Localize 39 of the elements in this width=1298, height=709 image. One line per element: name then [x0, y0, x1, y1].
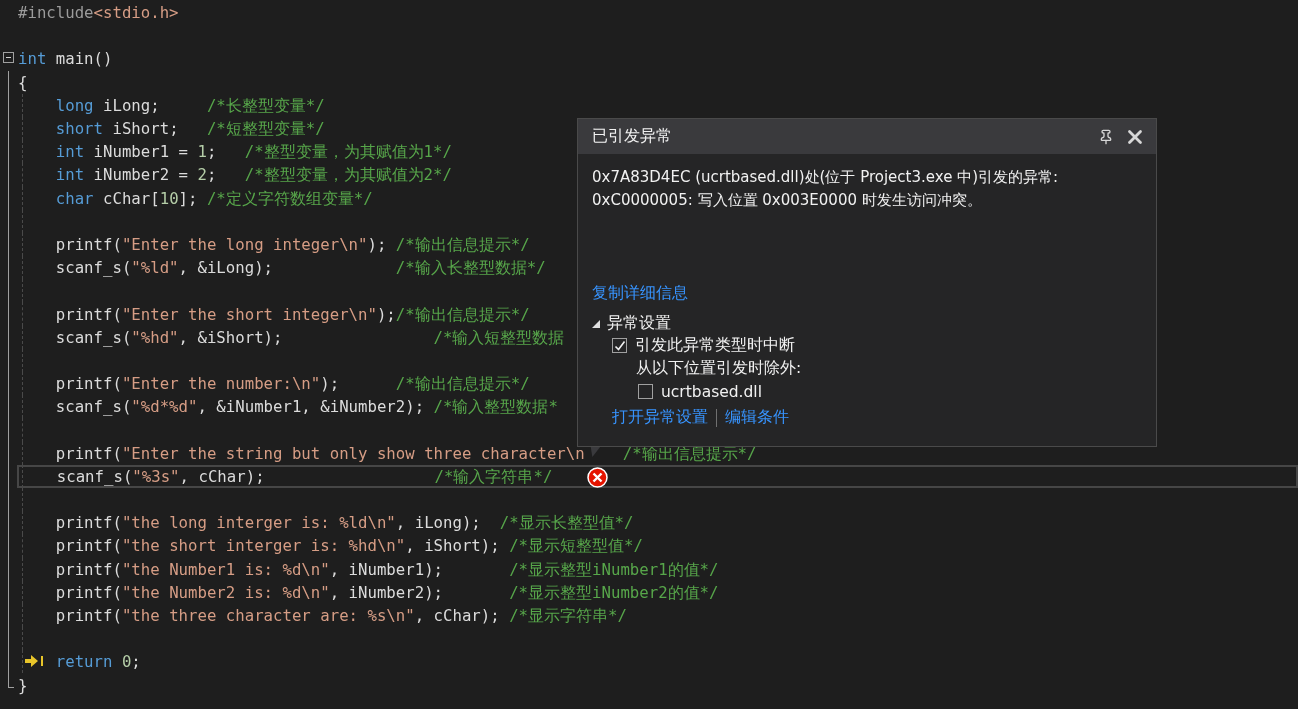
code-line: return 0; [54, 651, 141, 674]
settings-heading: 异常设置 [607, 313, 671, 334]
code-line: printf("the Number1 is: %d\n", iNumber1); /*显示整型iNumber1的值*/ [54, 558, 719, 581]
checkbox[interactable] [638, 384, 653, 399]
code-line: printf("Enter the string but only show three character\n [54, 442, 585, 465]
code-line: int iNumber1 = 1; /*整型变量，为其赋值为1*/ [54, 141, 452, 164]
code-line: scanf_s("%d*%d", &iNumber1, &iNumber2); /*输入整型数据* [54, 396, 558, 419]
code-line: printf("the long interger is: %ld\n", iLong); /*显示长整型值*/ [54, 512, 634, 535]
exception-message: 0xC0000005: 写入位置 0x003E0000 时发生访问冲突。 [592, 190, 983, 211]
code-line: #include<stdio.h> [18, 2, 179, 25]
code-comment: /*输出信息提示*/ [622, 442, 757, 465]
collapse-toggle[interactable] [3, 52, 14, 64]
code-line: short iShort; /*短整型变量*/ [54, 118, 325, 141]
settings-link[interactable]: 打开异常设置 [612, 407, 708, 428]
checkbox-label: ucrtbased.dll [661, 382, 762, 401]
code-line: { [18, 71, 28, 94]
code-line: printf("Enter the number:\n"); /*输出信息提示*/ [54, 373, 530, 396]
checkbox[interactable] [612, 338, 627, 353]
code-line: printf("Enter the long integer\n"); /*输出信息提示*/ [54, 233, 530, 256]
code-line: printf("Enter the short integer\n");/*输出信息提示*/ [54, 303, 530, 326]
copy-details-link[interactable]: 复制详细信息 [592, 284, 688, 302]
code-line: long iLong; /*长整型变量*/ [54, 94, 325, 117]
code-line: char cChar[10]; /*定义字符数组变量*/ [54, 187, 373, 210]
code-line: scanf_s("%hd", &iShort); /*输入短整型数据 [54, 326, 565, 349]
exception-message: 0x7A83D4EC (ucrtbased.dll)处(位于 Project3.exe 中)引发的异常: [592, 167, 1060, 188]
pin-icon[interactable] [1098, 128, 1114, 145]
checkbox-label: 引发此异常类型时中断 [635, 335, 795, 356]
code-line: int iNumber2 = 2; /*整型变量，为其赋值为2*/ [54, 164, 452, 187]
code-line: printf("the Number2 is: %d\n", iNumber2); /*显示整型iNumber2的值*/ [54, 581, 719, 604]
code-line: scanf_s("%ld", &iLong); /*输入长整型数据*/ [54, 257, 546, 280]
settings-link[interactable]: 编辑条件 [725, 407, 789, 428]
expand-triangle-icon[interactable] [591, 318, 601, 329]
popup-title: 已引发异常 [592, 126, 673, 147]
exception-note: 从以下位置引发时除外: [636, 358, 802, 379]
code-line: scanf_s("%3s", cChar); /*输入字符串*/ [55, 465, 553, 488]
code-line: int main() [18, 48, 113, 71]
code-line: printf("the three character are: %s\n", cChar); /*显示字符串*/ [54, 604, 627, 627]
code-line: } [18, 674, 28, 697]
code-line: printf("the short interger is: %hd\n", iShort); /*显示短整型值*/ [54, 535, 643, 558]
